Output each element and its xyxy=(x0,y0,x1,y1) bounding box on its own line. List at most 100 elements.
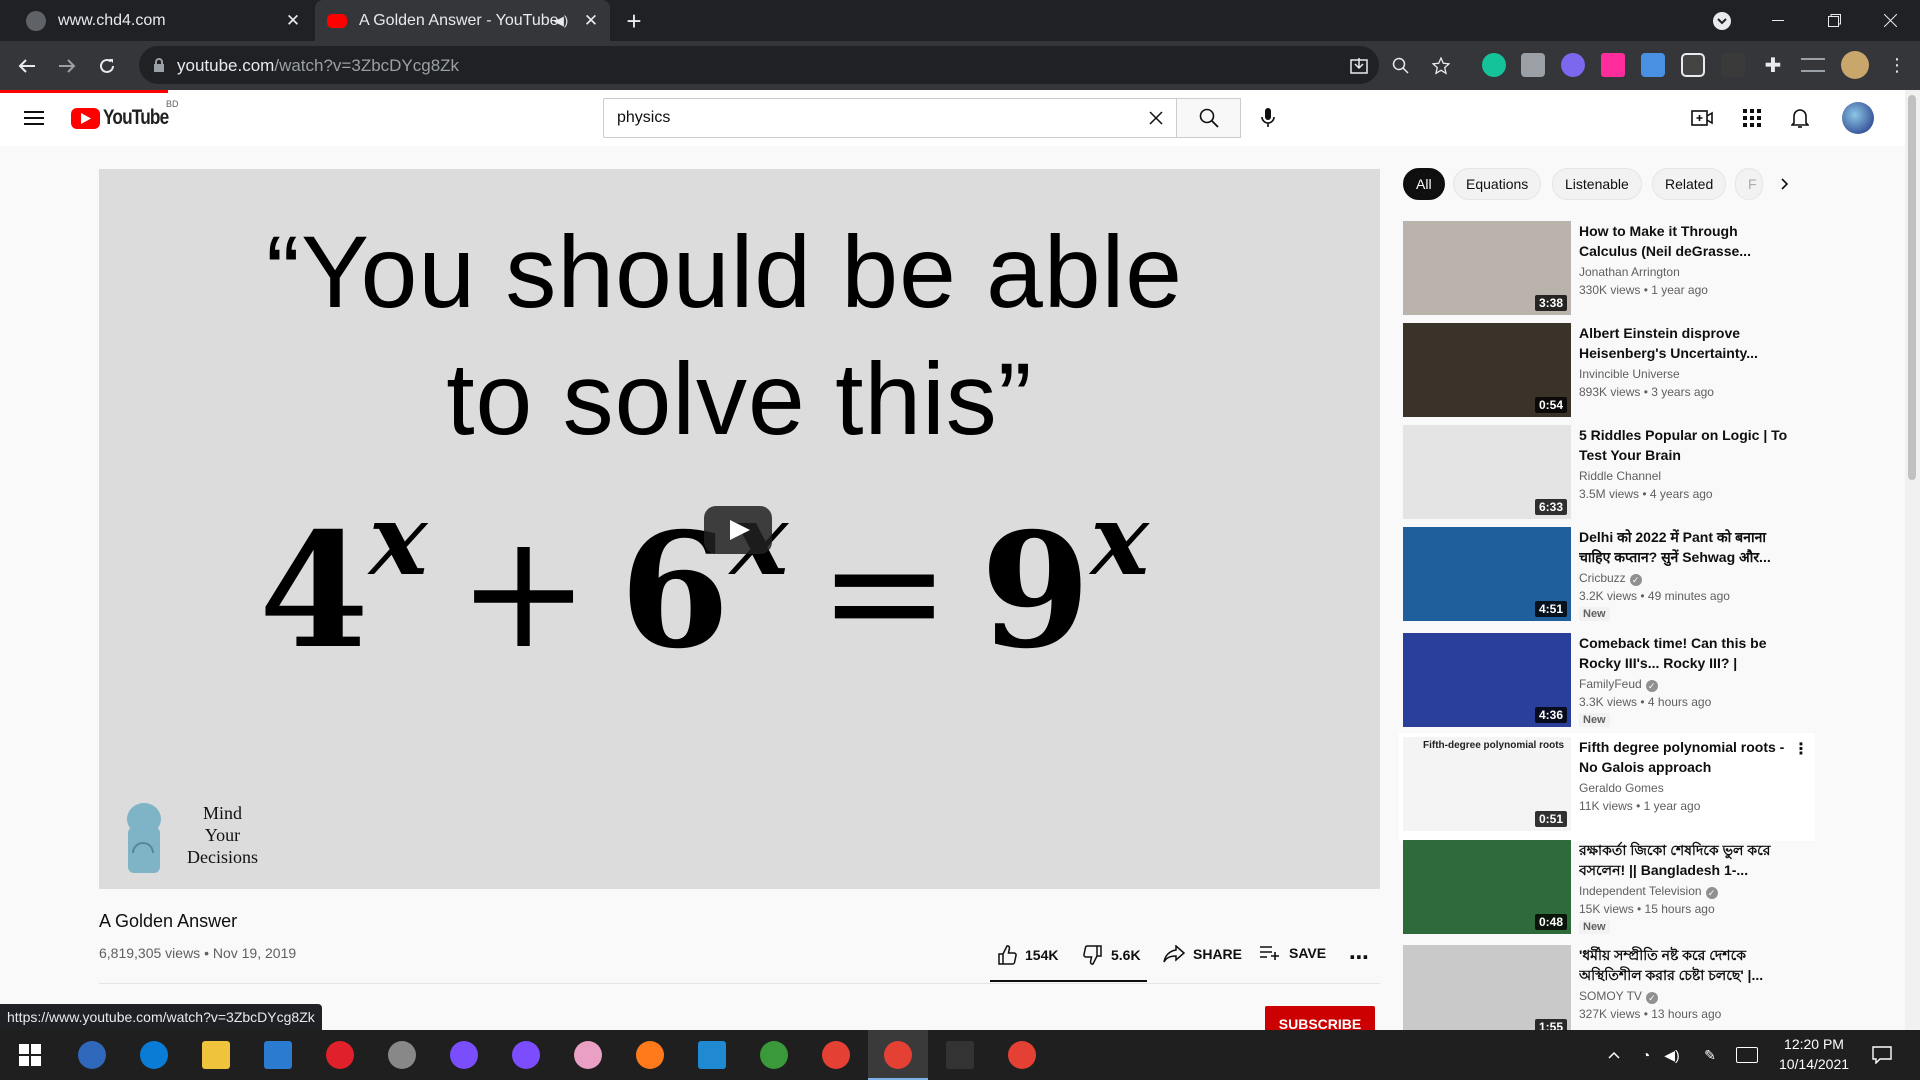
video-player[interactable]: “You should be able to solve this” 4x+6x… xyxy=(99,169,1380,889)
chip-more[interactable]: F xyxy=(1735,168,1763,200)
volume-icon[interactable]: ◀) xyxy=(1662,1045,1682,1065)
chrome-taskbar-icon[interactable] xyxy=(806,1030,866,1080)
speaker-icon[interactable]: ◀) xyxy=(553,13,569,29)
video-thumbnail[interactable]: Fifth-degree polynomial roots 0:51 xyxy=(1403,737,1571,831)
close-window-icon[interactable] xyxy=(1862,0,1918,41)
screen-extension-icon[interactable] xyxy=(1681,53,1705,77)
recommendation-channel[interactable]: Riddle Channel xyxy=(1579,469,1661,483)
subscribe-button[interactable]: SUBSCRIBE xyxy=(1265,1006,1375,1032)
terminal-taskbar-icon[interactable] xyxy=(930,1030,990,1080)
mail-taskbar-icon[interactable] xyxy=(248,1030,308,1080)
reload-icon[interactable] xyxy=(91,50,123,82)
page-scrollbar[interactable] xyxy=(1905,90,1920,1030)
recommendation-item[interactable]: 3:38 How to Make it Through Calculus (Nei… xyxy=(1403,221,1811,321)
account-avatar[interactable] xyxy=(1842,102,1874,134)
file-explorer-taskbar-icon[interactable] xyxy=(186,1030,246,1080)
recommendation-channel[interactable]: Geraldo Gomes xyxy=(1579,781,1664,795)
pen-ink-icon[interactable]: ✎ xyxy=(1700,1045,1720,1065)
recommendation-item[interactable]: 6:33 5 Riddles Popular on Logic | To Test… xyxy=(1403,425,1811,525)
close-tab-icon[interactable]: ✕ xyxy=(582,12,600,30)
video-thumbnail[interactable]: 6:33 xyxy=(1403,425,1571,519)
chip-listenable[interactable]: Listenable xyxy=(1552,168,1642,200)
paint-taskbar-icon[interactable] xyxy=(558,1030,618,1080)
system-clock[interactable]: 12:20 PM 10/14/2021 xyxy=(1760,1034,1868,1074)
more-actions-icon[interactable]: ⋯ xyxy=(1349,945,1369,970)
forward-arrow-icon[interactable] xyxy=(51,50,83,82)
recommendation-item[interactable]: Fifth-degree polynomial roots 0:51 Fifth d… xyxy=(1403,737,1811,837)
chip-equations[interactable]: Equations xyxy=(1453,168,1542,200)
chrome-menu-icon[interactable]: ⋮ xyxy=(1885,53,1909,77)
install-app-icon[interactable] xyxy=(1349,56,1369,76)
bookmark-star-icon[interactable] xyxy=(1431,56,1451,76)
qbittorrent-taskbar-icon[interactable] xyxy=(62,1030,122,1080)
recommendation-item[interactable]: 0:54 Albert Einstein disprove Heisenberg'… xyxy=(1403,323,1811,423)
recommendation-channel[interactable]: SOMOY TV ✓ xyxy=(1579,989,1658,1004)
scrollbar-thumb[interactable] xyxy=(1908,95,1916,480)
close-tab-icon[interactable]: ✕ xyxy=(284,12,302,30)
microphone-icon[interactable] xyxy=(1252,102,1284,134)
dislike-button[interactable]: 5.6K xyxy=(1083,945,1141,965)
firefox-taskbar-icon[interactable] xyxy=(620,1030,680,1080)
recommendation-title[interactable]: Comeback time! Can this be Rocky III's..… xyxy=(1579,633,1789,673)
video-thumbnail[interactable]: 0:54 xyxy=(1403,323,1571,417)
recommendation-channel[interactable]: Invincible Universe xyxy=(1579,367,1680,381)
back-arrow-icon[interactable] xyxy=(11,50,43,82)
profile-avatar[interactable] xyxy=(1841,51,1869,79)
recommendation-item[interactable]: 0:48 রক্ষাকর্তা জিকো শেষদিকে ভুল করে বসলে… xyxy=(1403,840,1811,940)
video-thumbnail[interactable]: 0:48 xyxy=(1403,840,1571,934)
grammarly-icon[interactable] xyxy=(1482,53,1506,77)
video-thumbnail[interactable]: 4:36 xyxy=(1403,633,1571,727)
recommendation-item[interactable]: 4:36 Comeback time! Can this be Rocky III… xyxy=(1403,633,1811,733)
video-thumbnail[interactable]: 1:55 xyxy=(1403,945,1571,1039)
recommendation-title[interactable]: How to Make it Through Calculus (Neil de… xyxy=(1579,221,1789,261)
show-hidden-icons-chevron-icon[interactable] xyxy=(1604,1045,1624,1065)
search-button[interactable] xyxy=(1177,98,1241,138)
lock-icon[interactable] xyxy=(153,58,165,72)
camera-icon[interactable] xyxy=(1521,53,1545,77)
recommendation-title[interactable]: Albert Einstein disprove Heisenberg's Un… xyxy=(1579,323,1789,363)
chrome-active-taskbar-icon[interactable] xyxy=(868,1030,928,1080)
zoom-icon[interactable] xyxy=(1391,56,1411,76)
windows-start-icon[interactable] xyxy=(0,1030,60,1080)
messenger-taskbar-icon[interactable] xyxy=(434,1030,494,1080)
reading-list-icon[interactable] xyxy=(1801,58,1825,72)
youtube-logo[interactable]: YouTube BD xyxy=(71,99,183,130)
search-input[interactable]: physics xyxy=(603,98,1177,138)
create-video-icon[interactable] xyxy=(1690,106,1714,130)
apps-grid-icon[interactable] xyxy=(1740,106,1764,130)
recommendation-title[interactable]: Delhi को 2022 में Pant को बनाना चाहिए कप… xyxy=(1579,527,1789,567)
recommendation-title[interactable]: 'ধর্মীয় সম্প্রীতি নষ্ট করে দেশকে অস্থিত… xyxy=(1579,945,1789,985)
notifications-bell-icon[interactable] xyxy=(1788,106,1812,130)
extension-icon[interactable] xyxy=(1561,53,1585,77)
wifi-icon[interactable]: ◔ xyxy=(1636,1045,1656,1065)
play-button-icon[interactable] xyxy=(704,506,772,554)
opera-taskbar-icon[interactable] xyxy=(310,1030,370,1080)
chip-all[interactable]: All xyxy=(1403,168,1445,200)
browser-tab-chd4[interactable]: www.chd4.com ✕ xyxy=(0,0,312,41)
recommendation-channel[interactable]: FamilyFeud ✓ xyxy=(1579,677,1658,692)
like-button[interactable]: 154K xyxy=(997,945,1058,965)
address-bar[interactable]: youtube.com/watch?v=3ZbcDYcg8Zk xyxy=(139,46,1450,84)
satellite-taskbar-icon[interactable] xyxy=(372,1030,432,1080)
notification-center-icon[interactable] xyxy=(1870,1043,1894,1067)
recommendation-title[interactable]: Fifth degree polynomial roots - No Galoi… xyxy=(1579,737,1789,777)
chip-related[interactable]: Related xyxy=(1652,168,1727,200)
tab-search-icon[interactable] xyxy=(1694,0,1750,41)
channel-watermark-logo[interactable] xyxy=(123,801,165,876)
github-taskbar-icon[interactable] xyxy=(496,1030,556,1080)
vscode-taskbar-icon[interactable] xyxy=(682,1030,742,1080)
minimize-icon[interactable] xyxy=(1750,0,1806,41)
chrome-profile-taskbar-icon[interactable] xyxy=(992,1030,1052,1080)
video-thumbnail[interactable]: 4:51 xyxy=(1403,527,1571,621)
recommendation-item[interactable]: 4:51 Delhi को 2022 में Pant को बनाना चाहि… xyxy=(1403,527,1811,627)
play-extension-icon[interactable] xyxy=(1601,53,1625,77)
puzzle-extensions-icon[interactable]: ✚ xyxy=(1761,53,1785,77)
save-button[interactable]: SAVE xyxy=(1259,945,1326,961)
earth-taskbar-icon[interactable] xyxy=(744,1030,804,1080)
edge-taskbar-icon[interactable] xyxy=(124,1030,184,1080)
recommendation-channel[interactable]: Jonathan Arrington xyxy=(1579,265,1680,279)
browser-tab-youtube[interactable]: A Golden Answer - YouTube ◀) ✕ xyxy=(315,0,610,41)
recommendation-channel[interactable]: Independent Television ✓ xyxy=(1579,884,1718,899)
chevron-right-icon[interactable] xyxy=(1765,168,1805,200)
hamburger-menu-icon[interactable] xyxy=(22,106,46,130)
